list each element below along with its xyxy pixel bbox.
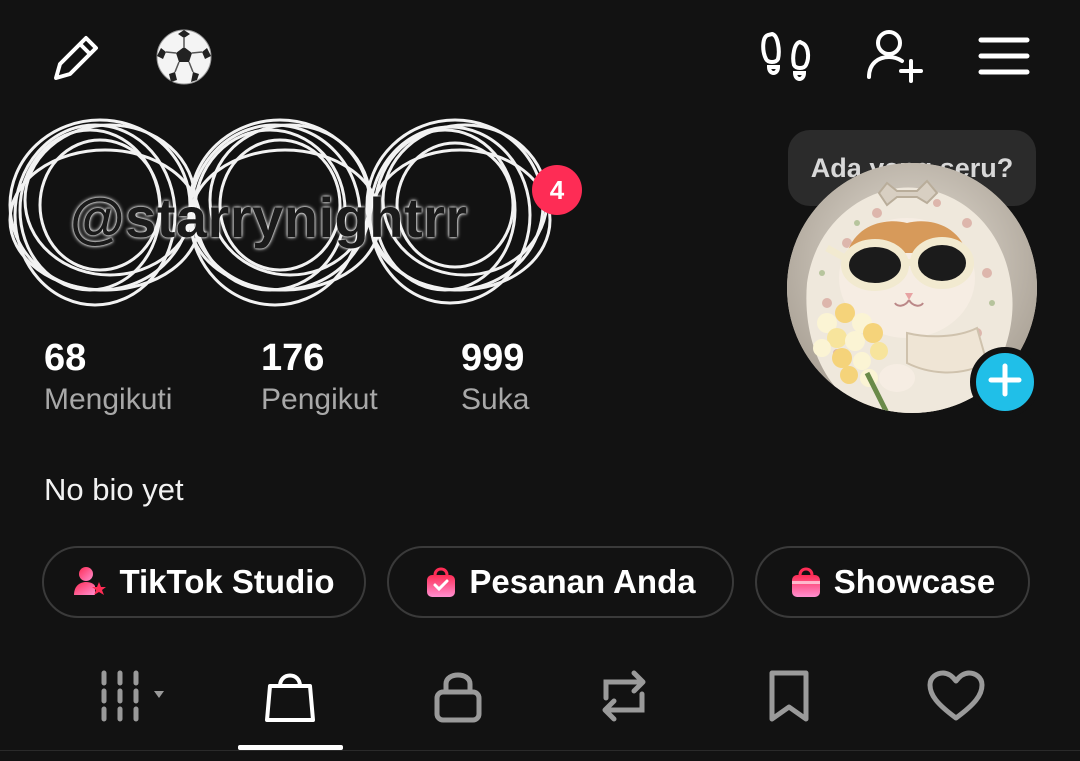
footprints-icon bbox=[760, 29, 814, 85]
heart-icon bbox=[927, 670, 985, 727]
username: @starrynightrr bbox=[70, 186, 468, 249]
showcase-label: Showcase bbox=[833, 563, 996, 600]
plus-icon bbox=[985, 360, 1025, 405]
username-area: @starrynightrr bbox=[0, 105, 560, 325]
tiktok-studio-button[interactable]: TikTok Studio bbox=[42, 546, 366, 618]
shop-bag-icon bbox=[263, 668, 317, 729]
tab-reposts[interactable] bbox=[582, 668, 666, 728]
stat-label: Suka bbox=[461, 383, 530, 416]
tab-liked[interactable] bbox=[914, 668, 998, 728]
stat-following[interactable]: 68 Mengikuti bbox=[44, 336, 172, 420]
menu-button[interactable] bbox=[976, 34, 1032, 78]
pencil-icon bbox=[46, 28, 106, 88]
stat-likes[interactable]: 999 Suka bbox=[461, 336, 529, 420]
orders-button[interactable]: Pesanan Anda bbox=[387, 546, 734, 618]
stat-value: 176 bbox=[261, 337, 325, 379]
repost-icon bbox=[594, 668, 654, 729]
tab-private[interactable] bbox=[418, 668, 498, 728]
lock-icon bbox=[433, 668, 483, 729]
tab-shop[interactable] bbox=[250, 668, 330, 728]
soccer-ball-icon bbox=[155, 28, 213, 86]
tab-videos[interactable] bbox=[92, 668, 176, 728]
stat-label: Pengikut bbox=[261, 383, 378, 416]
bookmark-icon bbox=[767, 669, 811, 728]
profile-visitors-button[interactable] bbox=[758, 28, 816, 86]
grid-icon bbox=[94, 669, 174, 728]
shopping-bag-check-icon bbox=[425, 565, 457, 599]
shopping-bag-icon bbox=[790, 565, 822, 599]
stat-value: 68 bbox=[44, 337, 87, 379]
edit-profile-button[interactable] bbox=[44, 28, 108, 88]
tab-bookmarks[interactable] bbox=[752, 668, 826, 728]
soccer-ball-button[interactable] bbox=[153, 26, 215, 88]
add-friend-button[interactable] bbox=[864, 26, 926, 86]
stat-value: 999 bbox=[461, 337, 525, 379]
showcase-button[interactable]: Showcase bbox=[755, 546, 1030, 618]
divider bbox=[0, 750, 1080, 751]
bio-text[interactable]: No bio yet bbox=[44, 472, 184, 508]
orders-label: Pesanan Anda bbox=[469, 563, 696, 600]
add-story-button[interactable] bbox=[970, 347, 1040, 417]
notification-badge[interactable]: 4 bbox=[532, 165, 582, 215]
stat-followers[interactable]: 176 Pengikut bbox=[261, 336, 378, 420]
menu-icon bbox=[978, 36, 1030, 76]
studio-icon bbox=[73, 565, 107, 599]
add-friend-icon bbox=[865, 27, 925, 85]
stat-label: Mengikuti bbox=[44, 383, 173, 416]
profile-page: @starrynightrr 4 68 Mengikuti 176 Pengik… bbox=[0, 0, 1080, 761]
tiktok-studio-label: TikTok Studio bbox=[119, 563, 335, 600]
